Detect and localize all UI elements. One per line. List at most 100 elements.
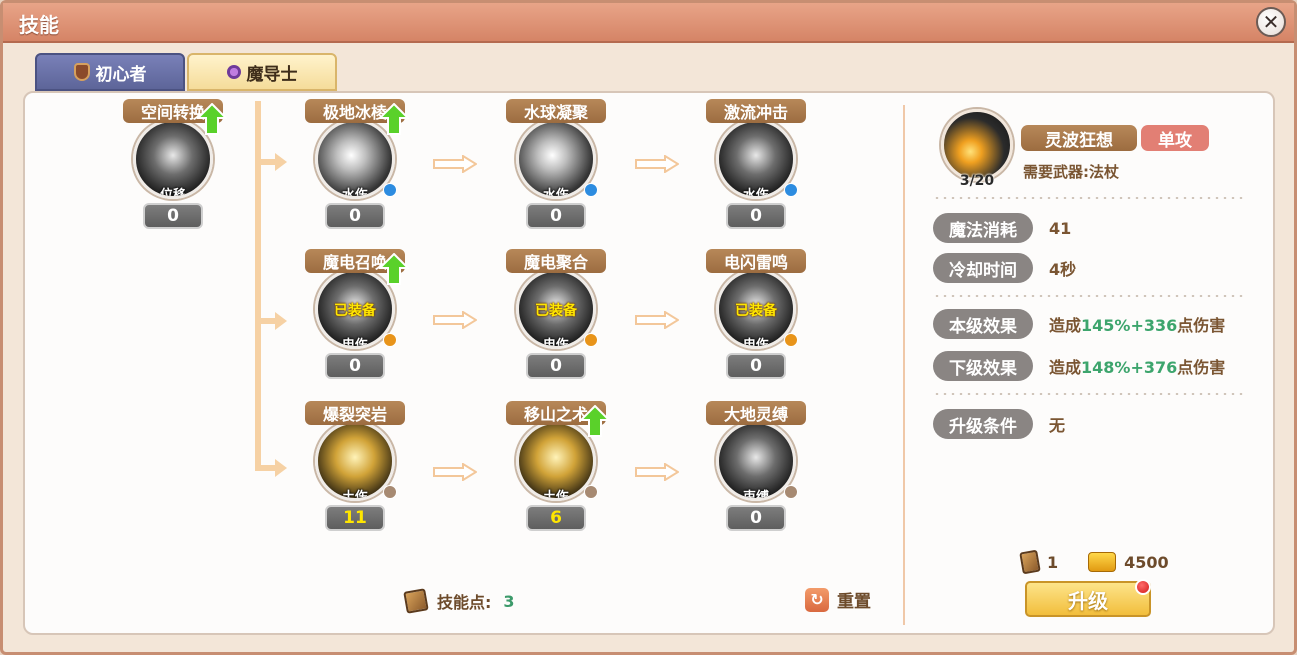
- skill-slot[interactable]: 水球凝聚 水伤 0: [496, 99, 616, 239]
- tab-mage[interactable]: 魔导士: [187, 53, 337, 91]
- progression-arrow: [433, 155, 477, 173]
- skill-book-icon: [1019, 549, 1041, 575]
- skill-points: 技能点: 3: [403, 588, 515, 614]
- skill-level: 0: [325, 203, 385, 229]
- upgrade-arrow-icon: [197, 103, 227, 135]
- water-element-icon: [584, 183, 598, 197]
- skills-window: 技能 ✕ 初心者 魔导士 空间转换 位移 0 极地冰棱 水伤 0 水球凝聚 水伤…: [0, 0, 1297, 655]
- stat-mana-cost: 魔法消耗 41: [933, 213, 1071, 243]
- skill-type: 电伤: [742, 338, 769, 349]
- cost-books: 1: [1047, 552, 1059, 572]
- upgrade-arrow-icon: [580, 405, 610, 437]
- skill-slot[interactable]: 空间转换 位移 0: [113, 99, 233, 239]
- notification-dot: [1135, 579, 1151, 595]
- skill-slot[interactable]: 爆裂突岩 土伤 11: [295, 401, 415, 541]
- skill-type: 电伤: [542, 338, 569, 349]
- skill-type: 水伤: [742, 188, 769, 199]
- skill-level: 0: [143, 203, 203, 229]
- skill-level: 0: [726, 353, 786, 379]
- equipped-label: 已装备: [735, 303, 777, 319]
- skill-level: 0: [526, 353, 586, 379]
- skill-name: 激流冲击: [706, 99, 806, 123]
- skill-type: 土伤: [542, 490, 569, 501]
- skill-slot[interactable]: 极地冰棱 水伤 0: [295, 99, 415, 239]
- effect-suffix: 点伤害: [1177, 358, 1226, 377]
- tree-arrow: [275, 459, 287, 477]
- window-title: 技能: [19, 13, 59, 37]
- skill-level: 0: [526, 203, 586, 229]
- skill-type: 土伤: [341, 490, 368, 501]
- stat-value: 4秒: [1049, 260, 1077, 279]
- skill-slot[interactable]: 魔电召唤 已装备 电伤 0: [295, 249, 415, 389]
- upgrade-button[interactable]: 升级: [1025, 581, 1151, 617]
- earth-element-icon: [383, 485, 397, 499]
- water-element-icon: [784, 183, 798, 197]
- earth-element-icon: [784, 485, 798, 499]
- skill-book-icon: [403, 588, 429, 614]
- skill-panel: 空间转换 位移 0 极地冰棱 水伤 0 水球凝聚 水伤 0 激流冲击 水伤 0 …: [23, 91, 1275, 635]
- dotted-divider: [933, 393, 1245, 395]
- stat-label: 本级效果: [933, 309, 1033, 339]
- progression-arrow: [635, 311, 679, 329]
- stat-value: 造成145%+336点伤害: [1049, 312, 1225, 336]
- tree-arrow: [275, 153, 287, 171]
- skill-slot[interactable]: 激流冲击 水伤 0: [696, 99, 816, 239]
- skill-name: 魔电聚合: [506, 249, 606, 273]
- skill-slot[interactable]: 魔电聚合 已装备 电伤 0: [496, 249, 616, 389]
- skill-points-label: 技能点:: [437, 593, 492, 612]
- dotted-divider: [933, 197, 1245, 199]
- stat-upgrade-requirement: 升级条件 无: [933, 409, 1065, 439]
- skill-level: 6: [526, 505, 586, 531]
- stat-cooldown: 冷却时间 4秒: [933, 253, 1076, 283]
- progression-arrow: [635, 463, 679, 481]
- progression-arrow: [433, 463, 477, 481]
- progression-arrow: [635, 155, 679, 173]
- tree-branch: [255, 159, 277, 165]
- skill-points-value: 3: [503, 591, 515, 611]
- reset-label: 重置: [837, 592, 871, 612]
- skill-type: 水伤: [542, 188, 569, 199]
- skill-level: 0: [726, 203, 786, 229]
- skill-level: 11: [325, 505, 385, 531]
- skill-slot[interactable]: 大地灵缚 束缚 0: [696, 401, 816, 541]
- shield-icon: [73, 63, 90, 81]
- tab-novice[interactable]: 初心者: [35, 53, 185, 91]
- water-element-icon: [383, 183, 397, 197]
- gold-icon: [1088, 552, 1117, 572]
- stat-label: 魔法消耗: [933, 213, 1033, 243]
- upgrade-arrow-icon: [379, 103, 409, 135]
- tree-trunk: [255, 101, 261, 471]
- equipped-label: 已装备: [334, 303, 376, 319]
- selected-skill-level: 3/20: [959, 173, 995, 189]
- stat-value: 造成148%+376点伤害: [1049, 354, 1225, 378]
- electric-element-icon: [784, 333, 798, 347]
- tab-label: 魔导士: [246, 64, 298, 85]
- selected-skill-tag: 单攻: [1141, 125, 1209, 151]
- cost-gold: 4500: [1124, 552, 1169, 572]
- stat-value: 无: [1049, 416, 1066, 435]
- skill-name: 水球凝聚: [506, 99, 606, 123]
- skill-name: 大地灵缚: [706, 401, 806, 425]
- selected-skill-icon: [941, 109, 1013, 181]
- skill-slot[interactable]: 电闪雷鸣 已装备 电伤 0: [696, 249, 816, 389]
- stat-label: 升级条件: [933, 409, 1033, 439]
- skill-type: 束缚: [742, 490, 769, 501]
- stat-value: 41: [1049, 218, 1072, 238]
- tree-branch: [255, 465, 277, 471]
- skill-slot[interactable]: 移山之术 土伤 6: [496, 401, 616, 541]
- effect-prefix: 造成: [1049, 316, 1082, 335]
- effect-highlight: 145%+336: [1081, 316, 1178, 335]
- selected-skill-name: 灵波狂想: [1021, 125, 1137, 151]
- close-button[interactable]: ✕: [1256, 7, 1286, 37]
- reset-button[interactable]: ↻ 重置: [805, 587, 871, 612]
- dotted-divider: [933, 295, 1245, 297]
- effect-highlight: 148%+376: [1081, 358, 1178, 377]
- upgrade-cost: 1 4500: [1019, 549, 1169, 575]
- electric-element-icon: [584, 333, 598, 347]
- tree-arrow: [275, 312, 287, 330]
- stat-current-effect: 本级效果 造成145%+336点伤害: [933, 309, 1225, 339]
- skill-type: 位移: [159, 188, 186, 199]
- skill-name: 爆裂突岩: [305, 401, 405, 425]
- skill-level: 0: [325, 353, 385, 379]
- electric-element-icon: [383, 333, 397, 347]
